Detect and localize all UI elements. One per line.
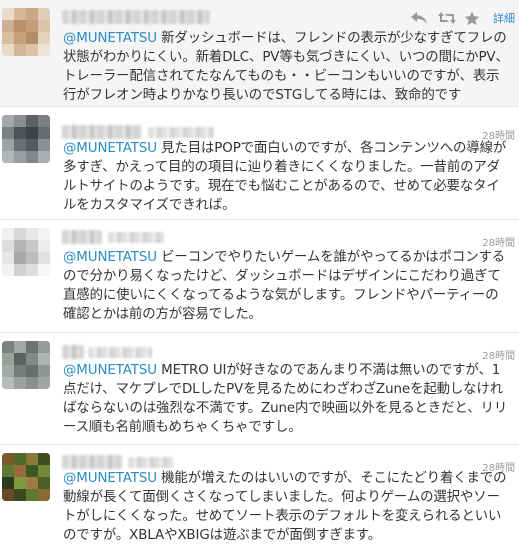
tweet-text: @MUNETATSU ビーコンでやりたいゲームを誰がやってるかはポコンするので分… xyxy=(63,248,511,324)
mention-link[interactable]: @MUNETATSU xyxy=(63,363,157,378)
tweet-item[interactable]: 28時間 @MUNETATSU 機能が増えたのはいいのですが、そこにたどり着くま… xyxy=(0,445,519,549)
author-name[interactable] xyxy=(62,230,102,244)
avatar[interactable] xyxy=(2,341,50,389)
tweet-item[interactable]: 詳細 @MUNETATSU 新ダッシュボードは、フレンドの表示が少なすぎてフレの… xyxy=(0,0,519,107)
tweet-timestamp[interactable]: 28時間 xyxy=(482,347,515,362)
author-name[interactable] xyxy=(62,125,142,139)
reply-icon[interactable] xyxy=(410,11,428,25)
avatar[interactable] xyxy=(2,8,50,56)
mention-link[interactable]: @MUNETATSU xyxy=(63,31,157,46)
tweet-text: @MUNETATSU 新ダッシュボードは、フレンドの表示が少なすぎてフレの状態が… xyxy=(63,29,511,105)
mention-link[interactable]: @MUNETATSU xyxy=(63,471,157,486)
tweet-item[interactable]: 28時間 @MUNETATSU 見た目はPOPで面白いのですが、各コンテンツへの… xyxy=(0,107,519,220)
tweet-actions: 詳細 xyxy=(410,10,515,26)
author-name[interactable] xyxy=(62,345,84,359)
mention-link[interactable]: @MUNETATSU xyxy=(63,141,157,156)
avatar[interactable] xyxy=(2,115,50,163)
favorite-star-icon[interactable] xyxy=(464,11,482,26)
tweet-timeline: 詳細 @MUNETATSU 新ダッシュボードは、フレンドの表示が少なすぎてフレの… xyxy=(0,0,519,549)
tweet-text: @MUNETATSU 機能が増えたのはいいのですが、そこにたどり着くまでの動線が… xyxy=(63,469,511,545)
author-handle[interactable] xyxy=(148,127,214,138)
tweet-item[interactable]: 28時間 @MUNETATSU ビーコンでやりたいゲームを誰がやってるかはポコン… xyxy=(0,220,519,333)
retweet-icon[interactable] xyxy=(437,11,456,25)
avatar[interactable] xyxy=(2,453,50,501)
author-name[interactable] xyxy=(62,10,210,24)
author-handle[interactable] xyxy=(88,347,152,358)
avatar[interactable] xyxy=(2,228,50,276)
author-handle[interactable] xyxy=(108,232,164,243)
tweet-text: @MUNETATSU METRO UIが好きなのであんまり不満は無いのですが、1… xyxy=(63,361,511,437)
tweet-timestamp[interactable]: 28時間 xyxy=(482,234,515,249)
author-handle[interactable] xyxy=(128,457,174,468)
mention-link[interactable]: @MUNETATSU xyxy=(63,250,157,265)
tweet-item[interactable]: 28時間 @MUNETATSU METRO UIが好きなのであんまり不満は無いの… xyxy=(0,333,519,445)
tweet-text: @MUNETATSU 見た目はPOPで面白いのですが、各コンテンツへの導線が多す… xyxy=(63,139,511,215)
expand-details-link[interactable]: 詳細 xyxy=(493,10,515,26)
author-name[interactable] xyxy=(62,455,122,469)
